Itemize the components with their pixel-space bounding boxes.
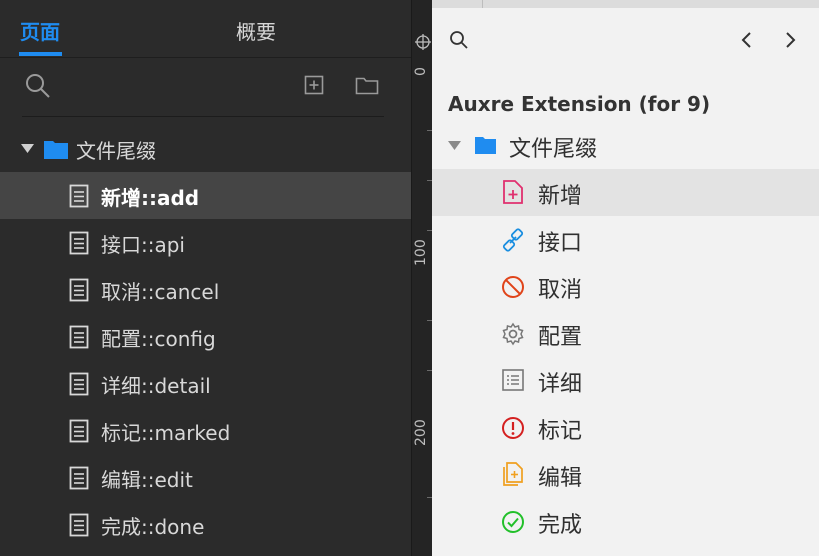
extension-item[interactable]: 配置 xyxy=(432,310,819,357)
page-row[interactable]: 新增::add xyxy=(0,172,411,219)
extension-title: Auxre Extension (for 9) xyxy=(448,92,711,116)
panel-divider xyxy=(482,0,483,8)
extension-item[interactable]: 取消 xyxy=(432,263,819,310)
pages-toolbar xyxy=(0,58,411,116)
item-label: 新增 xyxy=(538,184,583,209)
page-icon xyxy=(69,513,89,537)
list-doc-icon xyxy=(502,369,524,391)
app-window: 页面 概要 文件尾缀 新增::add 接口::api 取消::cancel 配置… xyxy=(0,0,819,556)
page-row[interactable]: 取消::cancel xyxy=(0,266,411,313)
check-circle-icon xyxy=(502,511,524,533)
item-label: 编辑 xyxy=(538,466,583,491)
ruler-label: 200 xyxy=(413,419,429,446)
page-icon xyxy=(69,419,89,443)
caret-down-icon[interactable] xyxy=(448,141,461,151)
page-icon xyxy=(69,184,89,208)
item-label: 接口 xyxy=(538,231,583,256)
folder-row[interactable]: 文件尾缀 xyxy=(0,125,411,172)
extension-item[interactable]: 接口 xyxy=(432,216,819,263)
page-label: 取消::cancel xyxy=(101,280,220,304)
chevron-left-icon[interactable] xyxy=(740,30,754,50)
ruler-label: 100 xyxy=(413,239,429,266)
panel-tabs: 页面 概要 xyxy=(0,0,411,58)
ruler-label: 0 xyxy=(413,67,429,76)
tab-pages[interactable]: 页面 xyxy=(20,16,60,45)
page-row[interactable]: 配置::config xyxy=(0,313,411,360)
search-icon[interactable] xyxy=(449,30,469,50)
caret-down-icon[interactable] xyxy=(21,144,34,154)
crosshair-icon xyxy=(415,34,431,50)
search-icon[interactable] xyxy=(24,72,52,100)
active-tab-indicator xyxy=(19,52,62,56)
page-label: 详细::detail xyxy=(101,374,211,398)
page-label: 配置::config xyxy=(101,327,216,351)
page-label: 标记::marked xyxy=(101,421,231,445)
exclamation-circle-icon xyxy=(502,417,524,439)
extension-item[interactable]: 详细 xyxy=(432,357,819,404)
folder-label: 文件尾缀 xyxy=(509,137,598,162)
item-label: 标记 xyxy=(538,419,583,444)
add-page-icon[interactable] xyxy=(304,75,324,95)
extension-panel: Auxre Extension (for 9) 文件尾缀 新增 接口 取消 配置… xyxy=(432,0,819,556)
page-icon xyxy=(69,466,89,490)
page-label: 完成::done xyxy=(101,515,205,539)
link-icon xyxy=(502,228,524,252)
page-icon xyxy=(69,278,89,302)
folder-icon xyxy=(44,141,68,159)
page-icon xyxy=(69,372,89,396)
pages-panel: 页面 概要 文件尾缀 新增::add 接口::api 取消::cancel 配置… xyxy=(0,0,411,556)
page-row[interactable]: 标记::marked xyxy=(0,407,411,454)
page-row[interactable]: 完成::done xyxy=(0,501,411,548)
chevron-right-icon[interactable] xyxy=(783,30,797,50)
item-label: 详细 xyxy=(538,372,583,397)
item-label: 取消 xyxy=(538,278,583,303)
toolbar-divider xyxy=(22,116,384,117)
page-icon xyxy=(69,325,89,349)
item-label: 完成 xyxy=(538,513,583,538)
page-row[interactable]: 编辑::edit xyxy=(0,454,411,501)
page-icon xyxy=(69,231,89,255)
file-plus-icon xyxy=(503,180,523,204)
extension-item[interactable]: 完成 xyxy=(432,498,819,545)
folder-row[interactable]: 文件尾缀 xyxy=(432,122,819,169)
vertical-ruler: 0 100 200 xyxy=(411,0,433,556)
item-label: 配置 xyxy=(538,325,583,350)
gear-icon xyxy=(502,322,524,346)
page-label: 编辑::edit xyxy=(101,468,193,492)
tab-overview[interactable]: 概要 xyxy=(236,16,276,45)
page-row[interactable]: 详细::detail xyxy=(0,360,411,407)
page-row[interactable]: 接口::api xyxy=(0,219,411,266)
page-label: 新增::add xyxy=(101,186,200,210)
file-edit-icon xyxy=(503,462,523,486)
folder-label: 文件尾缀 xyxy=(76,139,156,163)
page-label: 接口::api xyxy=(101,233,185,257)
cancel-circle-icon xyxy=(502,276,524,298)
extension-item[interactable]: 标记 xyxy=(432,404,819,451)
folder-icon xyxy=(475,137,496,154)
add-folder-icon[interactable] xyxy=(355,75,379,95)
extension-item[interactable]: 新增 xyxy=(432,169,819,216)
extension-item[interactable]: 编辑 xyxy=(432,451,819,498)
